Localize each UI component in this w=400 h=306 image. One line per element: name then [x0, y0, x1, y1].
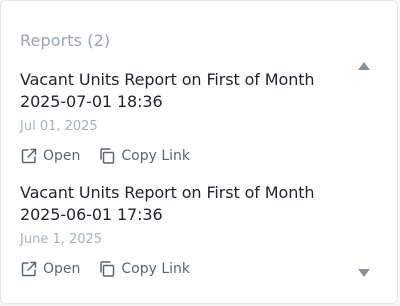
- scroll-up-arrow[interactable]: [357, 56, 371, 70]
- report-timestamp: 2025-06-01 17:36: [20, 205, 163, 224]
- report-date: June 1, 2025: [20, 232, 103, 247]
- copy-icon: [98, 147, 116, 165]
- open-label: Open: [43, 261, 81, 277]
- report-timestamp: 2025-07-01 18:36: [20, 92, 163, 111]
- report-list: Vacant Units Report on First of Month 20…: [20, 69, 350, 295]
- copy-link-label: Copy Link: [121, 148, 191, 164]
- copy-icon: [98, 260, 116, 278]
- copy-link-label: Copy Link: [121, 261, 191, 277]
- reports-panel: Reports (2) Vacant Units Report on First…: [0, 0, 398, 304]
- open-label: Open: [43, 148, 81, 164]
- open-button[interactable]: Open: [20, 147, 80, 165]
- report-title: Vacant Units Report on First of Month: [20, 70, 315, 89]
- external-link-icon: [20, 147, 38, 165]
- external-link-icon: [20, 260, 38, 278]
- copy-link-button[interactable]: Copy Link: [98, 260, 190, 278]
- triangle-up-icon: [358, 62, 370, 70]
- report-title: Vacant Units Report on First of Month: [20, 183, 315, 202]
- report-date: Jul 01, 2025: [20, 119, 98, 134]
- scroll-down-arrow[interactable]: [357, 263, 371, 277]
- list-item: Vacant Units Report on First of Month 20…: [20, 182, 350, 295]
- report-actions: Open Copy Link: [20, 146, 208, 166]
- list-item: Vacant Units Report on First of Month 20…: [20, 69, 350, 182]
- panel-title: Reports (2): [20, 31, 111, 50]
- copy-link-button[interactable]: Copy Link: [98, 147, 190, 165]
- open-button[interactable]: Open: [20, 260, 80, 278]
- triangle-down-icon: [358, 269, 370, 277]
- report-actions: Open Copy Link: [20, 259, 208, 279]
